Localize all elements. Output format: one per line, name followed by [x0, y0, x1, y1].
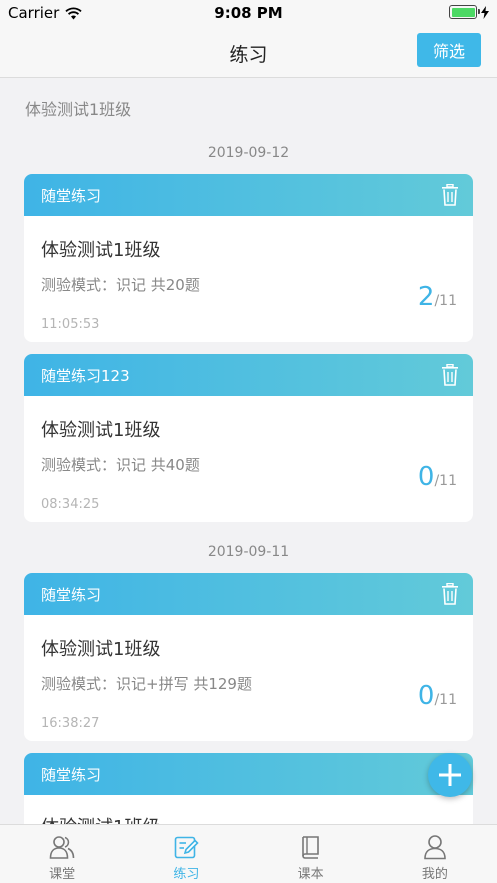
status-time: 9:08 PM: [214, 4, 283, 22]
card-score: 0/11: [418, 681, 457, 711]
score-value: 2: [417, 282, 435, 312]
score-value: 0: [417, 681, 435, 711]
status-right: [449, 5, 489, 19]
trash-icon[interactable]: [441, 583, 459, 605]
plus-icon: [439, 764, 461, 786]
card-header: 随堂练习: [24, 753, 473, 795]
user-icon: [424, 835, 446, 860]
tab-label: 课本: [297, 867, 324, 882]
score-total: /11: [434, 692, 457, 708]
tab-mine[interactable]: 我的: [373, 825, 497, 883]
tab-bar: 课堂 练习 课本 我的: [0, 824, 497, 883]
card-header-label: 随堂练习: [41, 585, 102, 604]
nav-bar: 练习 筛选: [0, 26, 497, 78]
card-score: 0/11: [418, 462, 457, 492]
charging-icon: [481, 5, 489, 19]
card-mode: 测验模式：识记+拼写 共129题: [41, 675, 252, 693]
card-title: 体验测试1班级: [41, 420, 161, 441]
card-header-label: 随堂练习123: [41, 366, 130, 385]
exercise-card[interactable]: 随堂练习 体验测试1班级 测验模式：识记+拼写 共129题 16:38:27 0…: [24, 573, 473, 741]
date-header: 2019-09-11: [207, 544, 290, 560]
add-button[interactable]: [428, 753, 472, 797]
card-time: 11:05:53: [41, 317, 100, 332]
status-bar: Carrier 9:08 PM: [0, 0, 497, 26]
edit-icon: [175, 836, 200, 859]
card-title: 体验测试1班级: [41, 813, 160, 824]
card-time: 08:34:25: [41, 497, 100, 512]
trash-icon[interactable]: [441, 184, 459, 206]
tab-practice[interactable]: 练习: [124, 825, 248, 883]
card-score: 2/11: [418, 282, 457, 312]
users-icon: [49, 836, 75, 859]
battery-icon: [449, 5, 480, 19]
score-total: /11: [434, 473, 457, 489]
trash-icon[interactable]: [441, 364, 459, 386]
tab-label: 课堂: [49, 867, 76, 882]
score-total: /11: [434, 293, 457, 309]
tab-label: 练习: [173, 867, 200, 882]
card-body: 体验测试1班级 测验模式：识记 共20题 11:05:53 2/11: [24, 216, 473, 342]
card-body: 体验测试1班级 测验模式：识记 共40题 08:34:25 0/11: [24, 396, 473, 522]
card-header-label: 随堂练习: [41, 186, 102, 205]
tab-label: 我的: [421, 867, 448, 882]
card-body: 体验测试1班级: [24, 795, 473, 824]
exercise-card[interactable]: 随堂练习 体验测试1班级: [24, 753, 473, 824]
book-icon: [301, 836, 319, 859]
card-title: 体验测试1班级: [41, 240, 161, 261]
card-time: 16:38:27: [41, 716, 100, 731]
exercise-card[interactable]: 随堂练习 体验测试1班级 测验模式：识记 共20题 11:05:53 2/11: [24, 174, 473, 342]
card-header: 随堂练习: [24, 174, 473, 216]
card-body: 体验测试1班级 测验模式：识记+拼写 共129题 16:38:27 0/11: [24, 615, 473, 741]
filter-button[interactable]: 筛选: [417, 33, 481, 67]
class-name-label: 体验测试1班级: [25, 100, 132, 119]
card-header: 随堂练习: [24, 573, 473, 615]
card-header-label: 随堂练习: [41, 765, 102, 784]
card-header: 随堂练习123: [24, 354, 473, 396]
score-value: 0: [417, 462, 435, 492]
tab-classroom[interactable]: 课堂: [0, 825, 124, 883]
exercise-card[interactable]: 随堂练习123 体验测试1班级 测验模式：识记 共40题 08:34:25 0/…: [24, 354, 473, 522]
tab-textbook[interactable]: 课本: [249, 825, 373, 883]
card-title: 体验测试1班级: [41, 639, 161, 660]
date-header: 2019-09-12: [207, 145, 290, 161]
card-mode: 测验模式：识记 共20题: [41, 276, 200, 294]
card-mode: 测验模式：识记 共40题: [41, 456, 200, 474]
